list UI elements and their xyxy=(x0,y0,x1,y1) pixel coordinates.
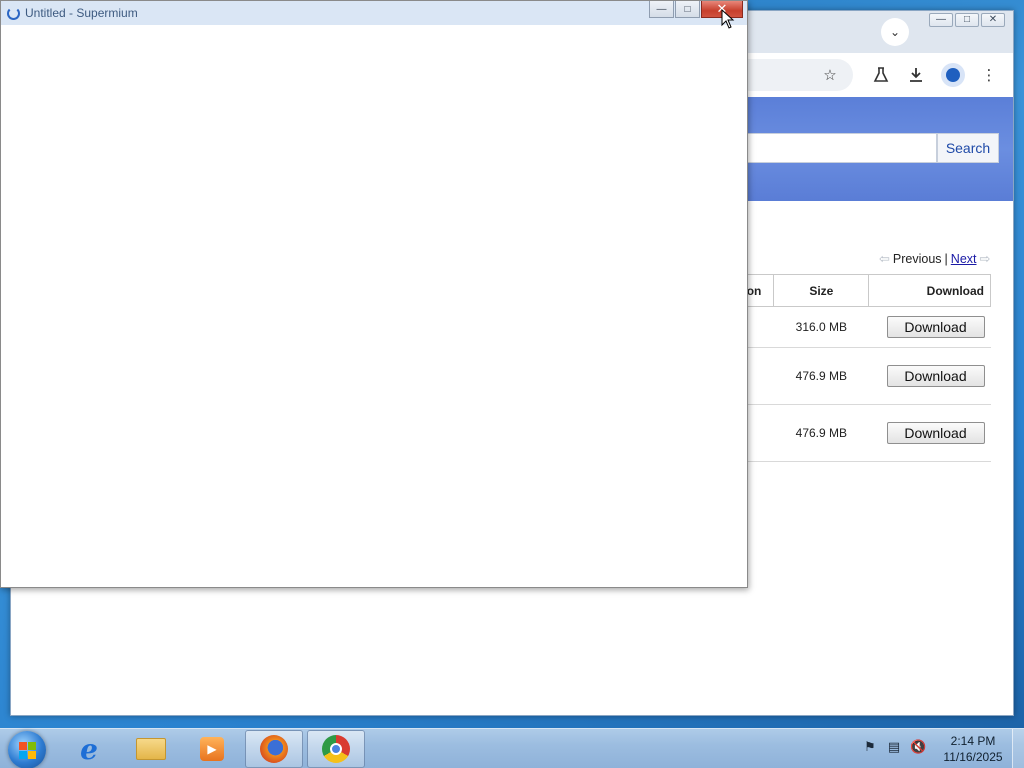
download-button[interactable]: Download xyxy=(886,316,985,338)
taskbar-file-explorer[interactable] xyxy=(122,730,180,768)
taskbar-firefox[interactable] xyxy=(245,730,303,768)
cell-download: Download xyxy=(868,306,991,348)
minimize-icon: — xyxy=(656,3,667,15)
window-title: Untitled - Supermium xyxy=(25,6,138,20)
system-tray: ⚑ ▤ 🔇 xyxy=(862,739,926,755)
labs-flask-icon[interactable] xyxy=(871,65,891,85)
volume-muted-icon[interactable]: 🔇 xyxy=(910,739,926,755)
maximize-icon: □ xyxy=(684,3,691,15)
profile-avatar-icon[interactable] xyxy=(941,63,965,87)
cell-download: Download xyxy=(868,404,991,462)
table-row: n/a 476.9 MB Download xyxy=(711,347,991,405)
start-button[interactable] xyxy=(8,731,46,768)
clock-date: 11/16/2025 xyxy=(943,750,1003,764)
media-player-icon: ▶ xyxy=(200,737,224,761)
download-button[interactable]: Download xyxy=(886,365,985,387)
chrome-icon xyxy=(322,735,350,763)
window-caption-buttons: — □ ✕ xyxy=(929,13,1005,27)
header-size: Size xyxy=(773,274,870,307)
chevron-down-icon: ⌄ xyxy=(889,25,901,39)
cell-size: 476.9 MB xyxy=(773,404,869,462)
window-titlebar[interactable]: Untitled - Supermium — □ ✕ xyxy=(1,1,747,25)
download-button[interactable]: Download xyxy=(886,422,985,444)
downloads-table: Version Size Download n/a 316.0 MB Downl… xyxy=(710,274,991,462)
taskbar-chrome[interactable] xyxy=(307,730,365,768)
loading-spinner-icon xyxy=(7,6,20,20)
mouse-cursor-icon xyxy=(721,9,735,29)
clock-time: 2:14 PM xyxy=(950,734,996,748)
minimize-button[interactable]: — xyxy=(929,13,953,27)
arrow-right-icon: ⇨ xyxy=(979,251,991,266)
download-icon[interactable] xyxy=(906,65,926,85)
tab-search-button[interactable]: ⌄ xyxy=(881,18,909,46)
supermium-window: Untitled - Supermium — □ ✕ xyxy=(0,0,748,588)
site-search-button[interactable]: Search xyxy=(937,133,999,163)
taskbar-media-player[interactable]: ▶ xyxy=(183,730,241,768)
pager-next-link[interactable]: Next xyxy=(951,252,977,266)
minimize-icon: — xyxy=(936,14,946,25)
pager-previous: Previous xyxy=(892,252,942,266)
maximize-button[interactable]: □ xyxy=(955,13,979,27)
windows-logo-icon xyxy=(18,741,36,759)
folder-icon xyxy=(136,738,166,760)
maximize-button[interactable]: □ xyxy=(675,1,700,18)
arrow-left-icon: ⇦ xyxy=(879,251,890,266)
blank-page-content[interactable] xyxy=(3,25,745,585)
cell-download: Download xyxy=(868,347,991,405)
system-clock[interactable]: 2:14 PM 11/16/2025 xyxy=(940,733,1006,765)
menu-kebab-icon[interactable]: ⋮ xyxy=(979,65,999,85)
pagination: ⇦ Previous | Next ⇨ xyxy=(879,251,990,267)
minimize-button[interactable]: — xyxy=(649,1,674,18)
table-row: n/a 316.0 MB Download xyxy=(711,306,991,348)
taskbar: e ▶ ⚑ ▤ 🔇 2:14 PM 11/16/2025 xyxy=(0,728,1024,768)
bookmark-star-icon[interactable]: ☆ xyxy=(820,65,840,85)
close-button[interactable]: ✕ xyxy=(981,13,1005,27)
show-desktop-button[interactable] xyxy=(1012,729,1024,768)
table-row: n/a 476.9 MB Download xyxy=(711,404,991,462)
cell-size: 476.9 MB xyxy=(773,347,869,405)
taskbar-internet-explorer[interactable]: e xyxy=(60,730,118,768)
action-center-flag-icon[interactable]: ⚑ xyxy=(862,739,878,755)
close-icon: ✕ xyxy=(988,14,998,25)
pager-separator: | xyxy=(944,252,948,266)
header-download: Download xyxy=(868,274,991,307)
cell-size: 316.0 MB xyxy=(773,306,869,348)
table-header-row: Version Size Download xyxy=(710,274,991,307)
maximize-icon: □ xyxy=(963,14,971,25)
internet-explorer-icon: e xyxy=(80,732,98,766)
firefox-icon xyxy=(260,735,288,763)
network-icon[interactable]: ▤ xyxy=(886,739,902,755)
